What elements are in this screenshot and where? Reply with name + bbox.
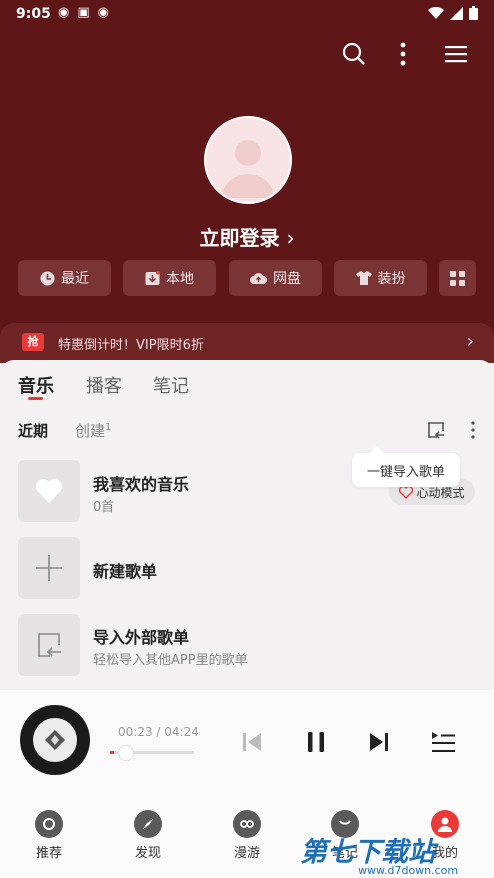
- quick-dressup-label: 装扮: [377, 271, 406, 287]
- new-playlist-cover[interactable]: [18, 537, 80, 599]
- skip-previous-icon: [243, 733, 261, 751]
- pause-icon: [308, 732, 324, 752]
- battery-icon: [469, 6, 478, 20]
- promo-text: 特惠倒计时！VIP限时6折: [58, 338, 204, 353]
- pause-button[interactable]: [300, 726, 332, 758]
- progress-fill: [110, 751, 115, 754]
- previous-button[interactable]: [236, 726, 268, 758]
- plus-icon: [36, 555, 62, 581]
- import-tooltip: 一键导入歌单: [352, 446, 460, 487]
- nav-roam[interactable]: 漫游: [217, 810, 277, 861]
- quick-local-button[interactable]: 本地: [123, 260, 216, 296]
- status-bar: 9:05 ◉ ▣ ◉: [0, 0, 494, 28]
- playlist-title[interactable]: 新建歌单: [93, 558, 157, 582]
- nav-label: 我的: [431, 846, 458, 861]
- next-button[interactable]: [363, 726, 395, 758]
- import-playlist-icon[interactable]: [426, 420, 446, 444]
- playlist-queue-button[interactable]: [427, 726, 459, 758]
- playlist-subtitle: 轻松导入其他APP里的歌单: [93, 653, 248, 668]
- subtab-recent[interactable]: 近期: [18, 420, 48, 441]
- more-vertical-icon[interactable]: [470, 421, 476, 443]
- quick-cloud-label: 网盘: [273, 271, 301, 287]
- local-download-icon: [145, 270, 160, 285]
- more-vertical-icon[interactable]: [389, 40, 417, 68]
- liked-music-cover[interactable]: [18, 460, 80, 522]
- chevron-right-icon: ›: [286, 226, 295, 250]
- subtab-created[interactable]: 创建1: [75, 420, 111, 441]
- nav-label: 漫游: [233, 846, 260, 861]
- heart-mode-icon: [399, 485, 414, 499]
- tooltip-text: 一键导入歌单: [366, 464, 445, 480]
- skip-next-icon: [370, 733, 388, 751]
- user-icon: [431, 810, 459, 838]
- playlist-title[interactable]: 我喜欢的音乐: [93, 471, 189, 495]
- cloud-icon: [250, 272, 267, 284]
- quick-cloud-button[interactable]: 网盘: [229, 260, 322, 296]
- watermark-url: www.d7down.com: [358, 864, 459, 877]
- vip-promo-banner[interactable]: 抢 特惠倒计时！VIP限时6折 ›: [0, 323, 494, 363]
- status-notification-icons: ◉ ▣ ◉: [58, 5, 109, 20]
- shirt-icon: [355, 271, 372, 285]
- playlist-title[interactable]: 导入外部歌单: [93, 624, 189, 648]
- quick-local-label: 本地: [166, 271, 194, 287]
- tab-podcast[interactable]: 播客: [86, 372, 122, 398]
- tab-indicator: [28, 397, 43, 400]
- avatar[interactable]: [204, 116, 292, 204]
- app-notification-icon: ▣: [77, 5, 90, 20]
- clock-icon: [40, 271, 55, 285]
- tab-music[interactable]: 音乐: [18, 372, 54, 398]
- netease-music-icon: ◉: [58, 5, 70, 20]
- status-right-icons: [428, 6, 478, 20]
- netease-logo-icon: [35, 810, 63, 838]
- grid-icon: [450, 270, 465, 286]
- playlist-subtitle: 0首: [93, 500, 115, 515]
- queue-icon: [432, 732, 455, 752]
- promo-badge: 抢: [22, 333, 44, 351]
- radio-icon: [233, 810, 261, 838]
- tab-notes[interactable]: 笔记: [153, 372, 189, 398]
- compass-icon: [134, 810, 162, 838]
- heart-icon: [35, 479, 63, 503]
- quick-recent-button[interactable]: 最近: [18, 260, 111, 296]
- album-disc[interactable]: [20, 705, 90, 775]
- import-playlist-cover[interactable]: [18, 614, 80, 676]
- search-icon[interactable]: [340, 40, 368, 68]
- wifi-icon: [428, 6, 444, 19]
- chevron-right-icon: ›: [466, 331, 474, 352]
- status-time: 9:05: [16, 6, 51, 22]
- nav-label: 推荐: [35, 846, 62, 861]
- album-art: [33, 718, 77, 762]
- menu-icon[interactable]: [442, 40, 470, 68]
- subtab-created-count: 1: [105, 422, 112, 433]
- nav-recommend[interactable]: 推荐: [19, 810, 79, 861]
- quick-dressup-button[interactable]: 装扮: [334, 260, 427, 296]
- import-icon: [38, 633, 61, 657]
- nav-label: 发现: [134, 846, 161, 861]
- subtab-created-label: 创建: [75, 422, 106, 440]
- signal-icon: [450, 6, 463, 20]
- more-apps-button[interactable]: [439, 260, 476, 296]
- playback-time: 00:23 / 04:24: [118, 725, 199, 739]
- quick-recent-label: 最近: [61, 271, 89, 287]
- nav-discover[interactable]: 发现: [118, 810, 178, 861]
- login-label: 立即登录: [199, 226, 280, 250]
- login-link[interactable]: 立即登录 ›: [0, 222, 494, 251]
- netease-music-icon: ◉: [97, 5, 109, 20]
